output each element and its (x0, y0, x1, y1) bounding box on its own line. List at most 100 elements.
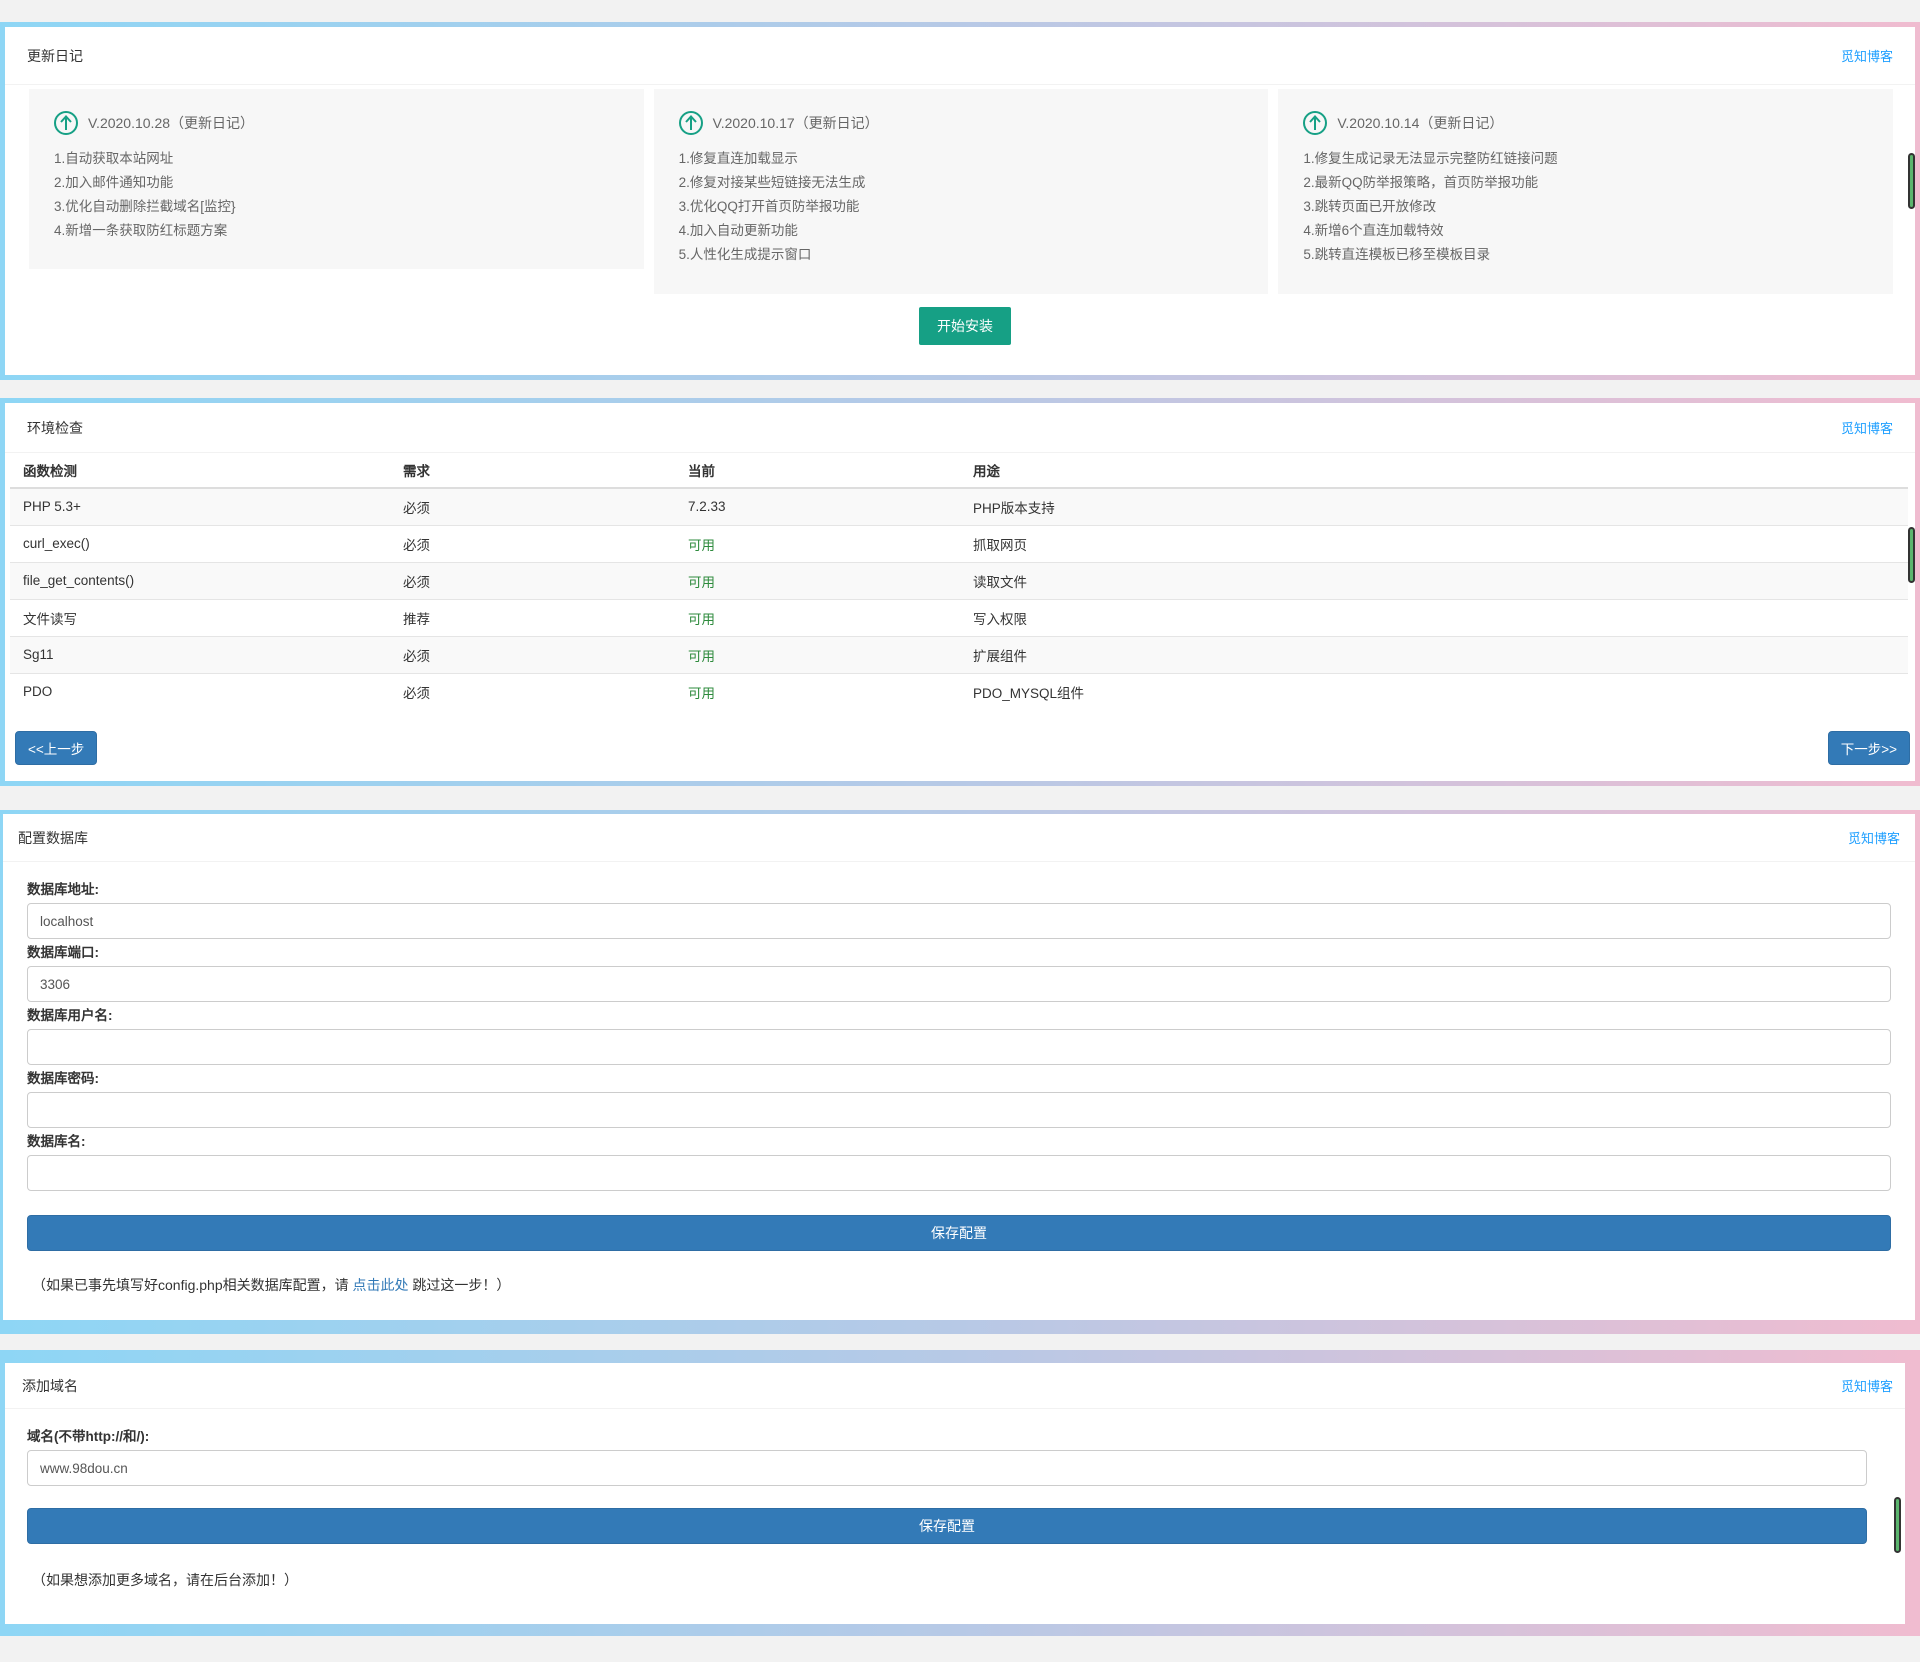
table-cell: Sg11 (10, 635, 390, 673)
save-domain-button[interactable]: 保存配置 (27, 1508, 1867, 1544)
table-cell: 文件读写 (10, 598, 390, 636)
add-domain-panel: 添加域名 觅知博客 域名(不带http://和/): 保存配置 （如果想添加更多… (5, 1363, 1905, 1624)
changelog-item: 4.新增一条获取防红标题方案 (54, 223, 228, 238)
prev-step-button[interactable]: <<上一步 (15, 731, 98, 765)
table-cell: PDO (10, 672, 390, 710)
changelog-item: 1.自动获取本站网址 (54, 151, 174, 166)
scrollbar-thumb[interactable] (1908, 153, 1915, 209)
table-row: PHP 5.3+ 必须 7.2.33 PHP版本支持 (10, 487, 1908, 525)
table-row: 文件读写 推荐 可用 写入权限 (10, 598, 1908, 636)
table-cell: 抓取网页 (960, 524, 1908, 562)
add-domain-title: 添加域名 (22, 1377, 78, 1394)
note-text: （如果已事先填写好config.php相关数据库配置，请 (32, 1277, 353, 1293)
add-domain-header: 添加域名 觅知博客 (5, 1363, 1905, 1409)
scrollbar-thumb[interactable] (1894, 1497, 1901, 1553)
status-available: 可用 (675, 635, 960, 673)
blog-link[interactable]: 觅知博客 (1841, 418, 1893, 437)
changelog-version: V.2020.10.14（更新日记） (1337, 115, 1504, 131)
status-available: 可用 (675, 561, 960, 599)
add-domain-form: 域名(不带http://和/): 保存配置 （如果想添加更多域名，请在后台添加！… (27, 1423, 1867, 1590)
table-cell: PDO_MYSQL组件 (960, 672, 1908, 710)
table-cell: 扩展组件 (960, 635, 1908, 673)
blog-link[interactable]: 觅知博客 (1848, 828, 1900, 847)
table-cell: 必须 (390, 487, 675, 525)
status-available: 可用 (675, 598, 960, 636)
arrow-up-circle-icon (678, 111, 703, 135)
domain-input[interactable] (27, 1450, 1867, 1486)
skip-step-link[interactable]: 点击此处 (353, 1277, 409, 1293)
blog-link[interactable]: 觅知博客 (1841, 1376, 1893, 1395)
changelog-item: 3.跳转页面已开放修改 (1303, 199, 1437, 214)
column-header: 当前 (675, 453, 960, 489)
table-cell: 必须 (390, 672, 675, 710)
db-port-label: 数据库端口: (27, 945, 99, 960)
db-port-input[interactable] (27, 966, 1891, 1002)
db-user-input[interactable] (27, 1029, 1891, 1065)
table-cell: 写入权限 (960, 598, 1908, 636)
changelog-item: 2.加入邮件通知功能 (54, 175, 174, 190)
db-password-label: 数据库密码: (27, 1071, 99, 1086)
env-check-panel: 环境检查 觅知博客 函数检测 需求 当前 用途 PHP 5.3+ 必须 7.2.… (5, 403, 1915, 781)
table-header-row: 函数检测 需求 当前 用途 (10, 453, 1908, 489)
changelog-item: 2.最新QQ防举报策略，首页防举报功能 (1303, 175, 1539, 190)
env-check-section: 环境检查 觅知博客 函数检测 需求 当前 用途 PHP 5.3+ 必须 7.2.… (0, 398, 1920, 786)
changelog-item: 3.优化自动删除拦截域名[监控} (54, 199, 236, 214)
db-name-label: 数据库名: (27, 1134, 86, 1149)
db-config-title: 配置数据库 (18, 829, 88, 846)
changelog-section: 更新日记 觅知博客 V.2020.10.28（更新日记） 1.自动获取本站网址 … (0, 22, 1920, 380)
changelog-card: V.2020.10.17（更新日记） 1.修复直连加载显示 2.修复对接某些短链… (653, 89, 1269, 294)
changelog-item: 1.修复直连加载显示 (678, 151, 798, 166)
table-row: Sg11 必须 可用 扩展组件 (10, 635, 1908, 673)
db-user-label: 数据库用户名: (27, 1008, 113, 1023)
table-cell: 必须 (390, 524, 675, 562)
next-step-button[interactable]: 下一步>> (1827, 731, 1910, 765)
db-host-input[interactable] (27, 903, 1891, 939)
db-config-panel: 配置数据库 觅知博客 数据库地址: 数据库端口: 数据库用户名: 数据库密码: … (3, 814, 1915, 1320)
scrollbar-thumb[interactable] (1908, 527, 1915, 583)
table-cell: 推荐 (390, 598, 675, 636)
start-install-button[interactable]: 开始安装 (919, 307, 1011, 345)
db-password-input[interactable] (27, 1092, 1891, 1128)
table-row: PDO 必须 可用 PDO_MYSQL组件 (10, 672, 1908, 710)
table-cell: file_get_contents() (10, 561, 390, 599)
changelog-item: 1.修复生成记录无法显示完整防红链接问题 (1303, 151, 1558, 166)
changelog-item: 4.加入自动更新功能 (678, 223, 798, 238)
arrow-up-circle-icon (1303, 111, 1328, 135)
changelog-cards: V.2020.10.28（更新日记） 1.自动获取本站网址 2.加入邮件通知功能… (29, 89, 1894, 294)
table-cell: 7.2.33 (675, 487, 960, 525)
changelog-card: V.2020.10.14（更新日记） 1.修复生成记录无法显示完整防红链接问题 … (1278, 89, 1894, 294)
env-check-header: 环境检查 觅知博客 (5, 403, 1915, 453)
table-cell: curl_exec() (10, 524, 390, 562)
blog-link[interactable]: 觅知博客 (1841, 46, 1893, 65)
table-cell: 读取文件 (960, 561, 1908, 599)
save-db-config-button[interactable]: 保存配置 (27, 1215, 1891, 1251)
db-config-header: 配置数据库 觅知博客 (3, 814, 1915, 862)
status-available: 可用 (675, 524, 960, 562)
db-name-input[interactable] (27, 1155, 1891, 1191)
db-config-section: 配置数据库 觅知博客 数据库地址: 数据库端口: 数据库用户名: 数据库密码: … (0, 810, 1920, 1334)
changelog-item: 4.新增6个直连加载特效 (1303, 223, 1444, 238)
db-config-note: （如果已事先填写好config.php相关数据库配置，请 点击此处 跳过这一步！… (27, 1275, 1891, 1295)
column-header: 函数检测 (10, 453, 390, 489)
changelog-version: V.2020.10.28（更新日记） (88, 115, 255, 131)
column-header: 需求 (390, 453, 675, 489)
db-host-label: 数据库地址: (27, 882, 99, 897)
changelog-item: 5.人性化生成提示窗口 (678, 247, 812, 262)
changelog-card: V.2020.10.28（更新日记） 1.自动获取本站网址 2.加入邮件通知功能… (29, 89, 644, 269)
changelog-title: 更新日记 (27, 47, 83, 64)
column-header: 用途 (960, 453, 1908, 489)
add-domain-section: 添加域名 觅知博客 域名(不带http://和/): 保存配置 （如果想添加更多… (0, 1350, 1920, 1636)
table-cell: PHP版本支持 (960, 487, 1908, 525)
env-check-title: 环境检查 (27, 419, 83, 436)
table-cell: 必须 (390, 561, 675, 599)
domain-label: 域名(不带http://和/): (27, 1429, 150, 1444)
changelog-item: 5.跳转直连模板已移至模板目录 (1303, 247, 1491, 262)
note-text: 跳过这一步！） (408, 1277, 511, 1293)
table-cell: 必须 (390, 635, 675, 673)
table-row: curl_exec() 必须 可用 抓取网页 (10, 524, 1908, 562)
changelog-panel: 更新日记 觅知博客 V.2020.10.28（更新日记） 1.自动获取本站网址 … (5, 27, 1915, 375)
status-available: 可用 (675, 672, 960, 710)
changelog-header: 更新日记 觅知博客 (5, 27, 1915, 85)
table-cell: PHP 5.3+ (10, 487, 390, 525)
changelog-item: 2.修复对接某些短链接无法生成 (678, 175, 866, 190)
